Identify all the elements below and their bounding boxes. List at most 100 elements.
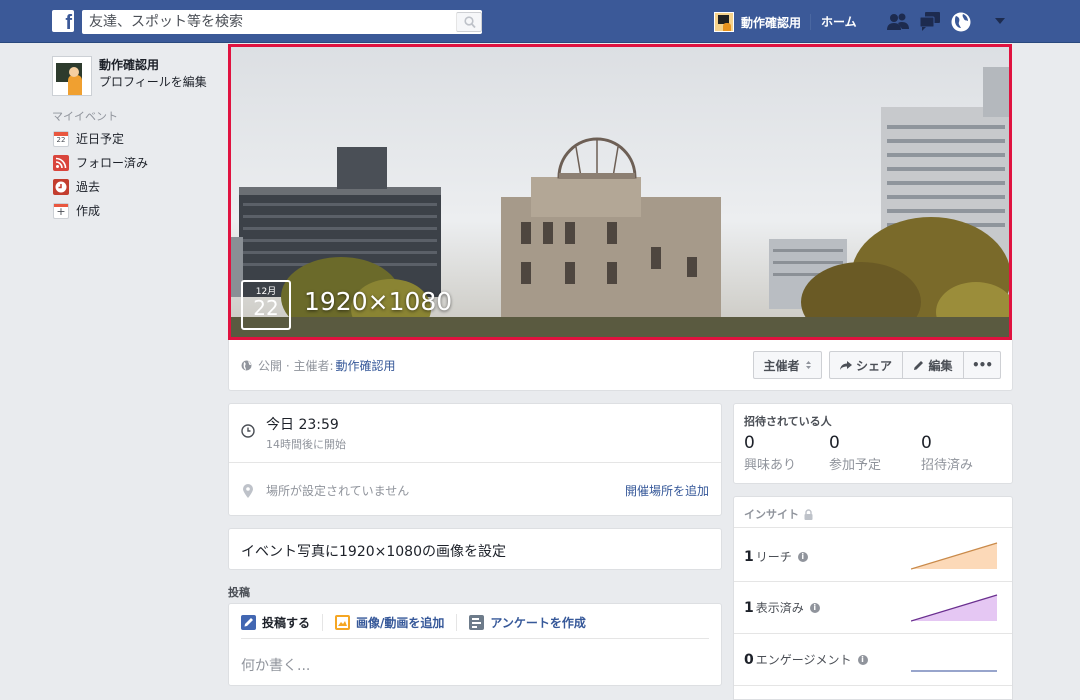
tab-label: アンケートを作成 bbox=[490, 616, 586, 630]
more-options-icon: ••• bbox=[971, 358, 993, 372]
event-details-card: 今日 23:59 14時間後に開始 場所が設定されていません 開催場所を追加 bbox=[228, 403, 722, 516]
stat-value: 0 bbox=[829, 433, 840, 453]
clock-outline-icon bbox=[241, 424, 255, 438]
info-icon[interactable]: i bbox=[857, 654, 868, 665]
insight-value: 0 bbox=[744, 651, 754, 668]
avatar bbox=[714, 12, 734, 32]
nav-divider bbox=[810, 14, 811, 30]
post-input[interactable]: 何か書く... bbox=[241, 655, 310, 675]
top-navigation-bar: f 動作確認用 ホーム bbox=[0, 0, 1080, 43]
photo-prompt-text: イベント写真に1920×1080の画像を設定 bbox=[241, 544, 506, 560]
tab-create-poll[interactable]: アンケートを作成 bbox=[469, 614, 598, 631]
edit-button[interactable]: 編集 bbox=[902, 351, 964, 379]
insight-engagement[interactable]: 0 エンゲージメント i bbox=[744, 651, 868, 668]
location-text: 場所が設定されていません bbox=[266, 484, 410, 498]
search-icon bbox=[464, 16, 476, 29]
account-menu-icon[interactable] bbox=[994, 17, 1006, 25]
sidebar-profile[interactable]: 動作確認用 プロフィールを編集 bbox=[52, 56, 207, 96]
event-day: 22 bbox=[253, 296, 279, 320]
host-link[interactable]: 動作確認用 bbox=[336, 357, 396, 374]
event-date-badge: 12月 22 bbox=[241, 280, 291, 330]
host-button-label: 主催者 bbox=[763, 358, 800, 373]
divider bbox=[229, 462, 721, 463]
stat-value: 0 bbox=[744, 433, 755, 453]
sidebar-item-upcoming[interactable]: 22 近日予定 bbox=[53, 130, 124, 147]
invited-card: 招待されている人 0 興味あり 0 参加予定 0 招待済み bbox=[733, 403, 1013, 484]
host-dropdown-button[interactable]: 主催者 bbox=[753, 351, 822, 379]
search-button[interactable] bbox=[456, 12, 482, 32]
messages-icon[interactable] bbox=[918, 11, 942, 31]
notifications-globe-icon[interactable] bbox=[950, 11, 972, 33]
sidebar-item-label: 過去 bbox=[76, 180, 101, 194]
insights-card: インサイト 1 リーチ i 1 表示済み i 0 エンゲージメント i bbox=[733, 496, 1013, 700]
event-title: 1920×1080 bbox=[304, 287, 453, 316]
insight-label: リーチ bbox=[755, 550, 792, 564]
share-label: シェア bbox=[855, 358, 892, 373]
sidebar-item-following[interactable]: フォロー済み bbox=[53, 154, 148, 171]
sidebar-item-create[interactable]: + 作成 bbox=[53, 202, 100, 219]
search-input[interactable] bbox=[82, 10, 452, 34]
event-action-bar: 公開 · 主催者: 動作確認用 主催者 シェア 編集 ••• bbox=[228, 340, 1013, 391]
divider bbox=[734, 527, 1012, 528]
insight-value: 1 bbox=[744, 548, 754, 565]
insight-views[interactable]: 1 表示済み i bbox=[744, 599, 820, 616]
pencil-icon bbox=[914, 360, 924, 370]
event-photo-prompt-card[interactable]: イベント写真に1920×1080の画像を設定 bbox=[228, 528, 722, 570]
sort-arrows-icon bbox=[805, 361, 811, 369]
sidebar-item-past[interactable]: 過去 bbox=[53, 178, 100, 195]
insights-heading: インサイト bbox=[744, 506, 813, 522]
globe-icon bbox=[241, 360, 252, 371]
insight-value: 1 bbox=[744, 599, 754, 616]
reach-sparkline bbox=[911, 542, 998, 570]
tab-label: 投稿する bbox=[262, 616, 311, 630]
edit-label: 編集 bbox=[928, 358, 953, 373]
lock-icon bbox=[804, 508, 813, 520]
stat-label: 興味あり bbox=[744, 458, 797, 473]
divider bbox=[241, 638, 709, 639]
insight-reach[interactable]: 1 リーチ i bbox=[744, 548, 808, 565]
stat-interested[interactable]: 0 興味あり bbox=[744, 433, 796, 473]
divider bbox=[734, 685, 1012, 686]
clock-icon bbox=[53, 178, 69, 195]
insights-heading-label: インサイト bbox=[744, 508, 799, 521]
sidebar-item-label: 近日予定 bbox=[76, 132, 125, 146]
calendar-icon: 22 bbox=[53, 130, 69, 147]
stat-label: 参加予定 bbox=[829, 458, 882, 473]
engagement-sparkline bbox=[911, 670, 997, 672]
divider bbox=[734, 633, 1012, 634]
more-options-button[interactable]: ••• bbox=[963, 351, 1001, 379]
insight-label: エンゲージメント bbox=[755, 653, 852, 667]
sidebar-section-title: マイイベント bbox=[52, 110, 118, 123]
plus-calendar-icon: + bbox=[53, 202, 69, 219]
search-box bbox=[82, 10, 482, 34]
tab-post[interactable]: 投稿する bbox=[241, 614, 324, 631]
info-icon[interactable]: i bbox=[809, 602, 820, 613]
event-time: 今日 23:59 14時間後に開始 bbox=[241, 414, 346, 452]
nav-profile-link[interactable]: 動作確認用 bbox=[714, 12, 801, 32]
event-time-main: 今日 23:59 bbox=[266, 417, 339, 433]
stat-invited[interactable]: 0 招待済み bbox=[921, 433, 973, 473]
friend-requests-icon[interactable] bbox=[886, 11, 910, 31]
photo-icon bbox=[335, 615, 351, 630]
nav-home-link[interactable]: ホーム bbox=[821, 13, 857, 30]
info-icon[interactable]: i bbox=[797, 551, 808, 562]
divider bbox=[734, 581, 1012, 582]
nav-user-name: 動作確認用 bbox=[741, 15, 802, 30]
profile-avatar bbox=[52, 56, 92, 96]
event-cover-photo[interactable]: 12月 22 1920×1080 bbox=[228, 44, 1012, 340]
post-composer: 投稿する 画像/動画を追加 アンケートを作成 何か書く... bbox=[228, 603, 722, 686]
tab-add-photo-video[interactable]: 画像/動画を追加 bbox=[335, 614, 458, 631]
sidebar-profile-name[interactable]: 動作確認用 bbox=[99, 57, 207, 74]
sidebar-item-label: フォロー済み bbox=[76, 156, 149, 170]
event-time-sub: 14時間後に開始 bbox=[266, 438, 346, 451]
share-button[interactable]: シェア bbox=[829, 351, 903, 379]
rss-icon bbox=[53, 154, 69, 171]
poll-icon bbox=[469, 615, 485, 630]
facebook-logo-icon[interactable]: f bbox=[52, 10, 74, 32]
stat-value: 0 bbox=[921, 433, 932, 453]
pencil-icon bbox=[241, 615, 256, 630]
invited-heading: 招待されている人 bbox=[744, 415, 832, 428]
edit-profile-link[interactable]: プロフィールを編集 bbox=[99, 74, 207, 91]
stat-going[interactable]: 0 参加予定 bbox=[829, 433, 881, 473]
add-location-link[interactable]: 開催場所を追加 bbox=[625, 482, 709, 499]
